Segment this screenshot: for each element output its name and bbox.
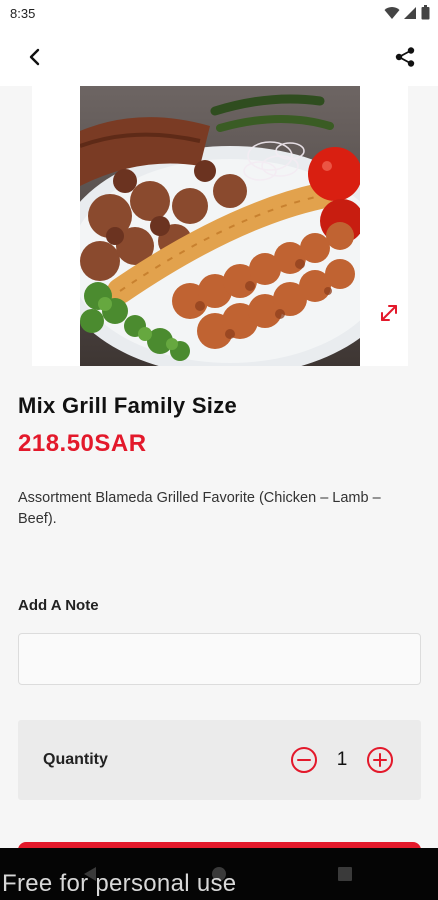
product-price: 218.50SAR: [18, 430, 147, 457]
battery-icon: [421, 5, 430, 20]
expand-icon: [381, 305, 397, 321]
watermark-text: Free for personal use: [2, 870, 237, 897]
share-button[interactable]: [390, 42, 420, 72]
product-title: Mix Grill Family Size: [18, 393, 238, 418]
app-bar: [0, 28, 438, 86]
quantity-value: 1: [336, 749, 348, 770]
status-icons: [384, 5, 430, 20]
product-image-area: [32, 86, 408, 366]
minus-circle-icon: [291, 747, 317, 773]
signal-icon: [404, 6, 416, 19]
product-description: Assortment Blameda Grilled Favorite (Chi…: [18, 490, 381, 527]
back-arrow-icon: [29, 48, 40, 66]
status-time: 8:35: [10, 6, 36, 21]
product-photo: [80, 86, 360, 366]
expand-image-button[interactable]: [374, 298, 404, 328]
mixed-grill-image: [80, 86, 360, 366]
quantity-box: Quantity 1: [18, 720, 421, 800]
quantity-decrease-button[interactable]: [289, 745, 319, 775]
status-bar: 8:35: [0, 0, 438, 28]
note-label: Add A Note: [18, 597, 99, 614]
quantity-increase-button[interactable]: [365, 745, 395, 775]
wifi-icon: [384, 6, 400, 19]
back-button[interactable]: [20, 42, 50, 72]
plus-circle-icon: [367, 747, 393, 773]
nav-recents-icon[interactable]: [338, 867, 352, 881]
note-input[interactable]: [18, 633, 421, 685]
quantity-label: Quantity: [43, 751, 108, 768]
share-icon: [395, 47, 415, 67]
